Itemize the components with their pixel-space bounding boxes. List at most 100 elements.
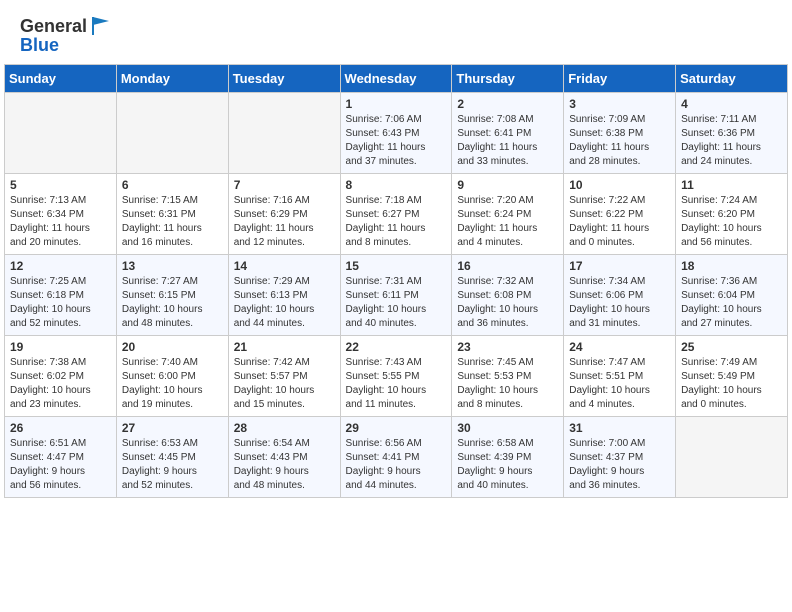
day-info: Sunrise: 7:11 AM Sunset: 6:36 PM Dayligh…: [681, 113, 782, 169]
day-number: 27: [122, 421, 223, 435]
day-number: 3: [569, 97, 670, 111]
calendar-cell-3-7: 18 Sunrise: 7:36 AM Sunset: 6:04 PM Dayli…: [676, 255, 788, 336]
day-info: Sunrise: 7:36 AM Sunset: 6:04 PM Dayligh…: [681, 275, 782, 331]
day-number: 23: [457, 340, 558, 354]
day-number: 5: [10, 178, 111, 192]
weekday-header-sunday: Sunday: [5, 65, 117, 93]
logo-blue-text: Blue: [20, 35, 113, 56]
day-number: 19: [10, 340, 111, 354]
day-number: 9: [457, 178, 558, 192]
day-info: Sunrise: 7:40 AM Sunset: 6:00 PM Dayligh…: [122, 356, 223, 412]
day-info: Sunrise: 7:16 AM Sunset: 6:29 PM Dayligh…: [234, 194, 335, 250]
day-info: Sunrise: 7:32 AM Sunset: 6:08 PM Dayligh…: [457, 275, 558, 331]
calendar-cell-1-6: 3 Sunrise: 7:09 AM Sunset: 6:38 PM Daylig…: [564, 93, 676, 174]
day-info: Sunrise: 7:42 AM Sunset: 5:57 PM Dayligh…: [234, 356, 335, 412]
day-number: 25: [681, 340, 782, 354]
calendar-cell-2-7: 11 Sunrise: 7:24 AM Sunset: 6:20 PM Dayli…: [676, 174, 788, 255]
day-number: 12: [10, 259, 111, 273]
day-number: 24: [569, 340, 670, 354]
page-header: General Blue: [0, 0, 792, 64]
calendar-cell-1-2: [116, 93, 228, 174]
calendar-cell-1-4: 1 Sunrise: 7:06 AM Sunset: 6:43 PM Daylig…: [340, 93, 452, 174]
day-info: Sunrise: 7:45 AM Sunset: 5:53 PM Dayligh…: [457, 356, 558, 412]
day-info: Sunrise: 7:15 AM Sunset: 6:31 PM Dayligh…: [122, 194, 223, 250]
calendar-cell-3-5: 16Sunrise: 7:32 AM Sunset: 6:08 PM Dayli…: [452, 255, 564, 336]
calendar-cell-4-7: 25 Sunrise: 7:49 AM Sunset: 5:49 PM Dayli…: [676, 336, 788, 417]
calendar-cell-4-5: 23 Sunrise: 7:45 AM Sunset: 5:53 PM Dayli…: [452, 336, 564, 417]
calendar-cell-3-6: 17Sunrise: 7:34 AM Sunset: 6:06 PM Dayli…: [564, 255, 676, 336]
day-number: 11: [681, 178, 782, 192]
day-info: Sunrise: 6:54 AM Sunset: 4:43 PM Dayligh…: [234, 437, 335, 493]
calendar-cell-1-1: [5, 93, 117, 174]
weekday-header-friday: Friday: [564, 65, 676, 93]
calendar-cell-2-4: 8Sunrise: 7:18 AM Sunset: 6:27 PM Daylig…: [340, 174, 452, 255]
day-info: Sunrise: 7:27 AM Sunset: 6:15 PM Dayligh…: [122, 275, 223, 331]
logo-flag-icon: [89, 13, 113, 37]
day-number: 13: [122, 259, 223, 273]
calendar-cell-1-7: 4Sunrise: 7:11 AM Sunset: 6:36 PM Daylig…: [676, 93, 788, 174]
calendar-cell-2-2: 6 Sunrise: 7:15 AM Sunset: 6:31 PM Daylig…: [116, 174, 228, 255]
calendar-cell-3-2: 13 Sunrise: 7:27 AM Sunset: 6:15 PM Dayli…: [116, 255, 228, 336]
weekday-header-saturday: Saturday: [676, 65, 788, 93]
day-info: Sunrise: 7:49 AM Sunset: 5:49 PM Dayligh…: [681, 356, 782, 412]
calendar-week-4: 19 Sunrise: 7:38 AM Sunset: 6:02 PM Dayli…: [5, 336, 788, 417]
calendar-cell-4-4: 22 Sunrise: 7:43 AM Sunset: 5:55 PM Dayli…: [340, 336, 452, 417]
logo-general-text: General: [20, 16, 87, 37]
weekday-header-monday: Monday: [116, 65, 228, 93]
calendar-cell-2-6: 10 Sunrise: 7:22 AM Sunset: 6:22 PM Dayli…: [564, 174, 676, 255]
day-info: Sunrise: 7:29 AM Sunset: 6:13 PM Dayligh…: [234, 275, 335, 331]
day-number: 31: [569, 421, 670, 435]
day-number: 2: [457, 97, 558, 111]
calendar-cell-2-3: 7Sunrise: 7:16 AM Sunset: 6:29 PM Daylig…: [228, 174, 340, 255]
day-number: 18: [681, 259, 782, 273]
day-info: Sunrise: 6:51 AM Sunset: 4:47 PM Dayligh…: [10, 437, 111, 493]
day-info: Sunrise: 7:25 AM Sunset: 6:18 PM Dayligh…: [10, 275, 111, 331]
day-info: Sunrise: 7:20 AM Sunset: 6:24 PM Dayligh…: [457, 194, 558, 250]
calendar-week-1: 1 Sunrise: 7:06 AM Sunset: 6:43 PM Daylig…: [5, 93, 788, 174]
calendar-week-2: 5Sunrise: 7:13 AM Sunset: 6:34 PM Daylig…: [5, 174, 788, 255]
calendar-table: SundayMondayTuesdayWednesdayThursdayFrid…: [4, 64, 788, 498]
day-number: 28: [234, 421, 335, 435]
calendar-cell-4-2: 20Sunrise: 7:40 AM Sunset: 6:00 PM Dayli…: [116, 336, 228, 417]
day-info: Sunrise: 7:24 AM Sunset: 6:20 PM Dayligh…: [681, 194, 782, 250]
day-number: 15: [346, 259, 447, 273]
day-number: 30: [457, 421, 558, 435]
day-number: 21: [234, 340, 335, 354]
day-number: 6: [122, 178, 223, 192]
day-info: Sunrise: 7:47 AM Sunset: 5:51 PM Dayligh…: [569, 356, 670, 412]
day-info: Sunrise: 7:38 AM Sunset: 6:02 PM Dayligh…: [10, 356, 111, 412]
day-number: 10: [569, 178, 670, 192]
calendar-body: 1 Sunrise: 7:06 AM Sunset: 6:43 PM Daylig…: [5, 93, 788, 498]
day-number: 8: [346, 178, 447, 192]
day-info: Sunrise: 7:34 AM Sunset: 6:06 PM Dayligh…: [569, 275, 670, 331]
day-info: Sunrise: 7:06 AM Sunset: 6:43 PM Dayligh…: [346, 113, 447, 169]
day-number: 22: [346, 340, 447, 354]
day-info: Sunrise: 6:56 AM Sunset: 4:41 PM Dayligh…: [346, 437, 447, 493]
calendar-cell-5-5: 30Sunrise: 6:58 AM Sunset: 4:39 PM Dayli…: [452, 417, 564, 498]
calendar-cell-1-3: [228, 93, 340, 174]
calendar-week-5: 26 Sunrise: 6:51 AM Sunset: 4:47 PM Dayli…: [5, 417, 788, 498]
day-info: Sunrise: 7:43 AM Sunset: 5:55 PM Dayligh…: [346, 356, 447, 412]
day-number: 1: [346, 97, 447, 111]
calendar-cell-5-7: [676, 417, 788, 498]
day-number: 26: [10, 421, 111, 435]
calendar-week-3: 12 Sunrise: 7:25 AM Sunset: 6:18 PM Dayli…: [5, 255, 788, 336]
calendar-cell-5-2: 27 Sunrise: 6:53 AM Sunset: 4:45 PM Dayli…: [116, 417, 228, 498]
calendar-cell-3-1: 12 Sunrise: 7:25 AM Sunset: 6:18 PM Dayli…: [5, 255, 117, 336]
day-info: Sunrise: 7:08 AM Sunset: 6:41 PM Dayligh…: [457, 113, 558, 169]
calendar-cell-3-4: 15Sunrise: 7:31 AM Sunset: 6:11 PM Dayli…: [340, 255, 452, 336]
calendar-cell-2-1: 5Sunrise: 7:13 AM Sunset: 6:34 PM Daylig…: [5, 174, 117, 255]
calendar-cell-4-3: 21 Sunrise: 7:42 AM Sunset: 5:57 PM Dayli…: [228, 336, 340, 417]
weekday-header-thursday: Thursday: [452, 65, 564, 93]
calendar-cell-5-1: 26 Sunrise: 6:51 AM Sunset: 4:47 PM Dayli…: [5, 417, 117, 498]
calendar-cell-5-6: 31Sunrise: 7:00 AM Sunset: 4:37 PM Dayli…: [564, 417, 676, 498]
day-number: 29: [346, 421, 447, 435]
weekday-header-tuesday: Tuesday: [228, 65, 340, 93]
calendar-cell-1-5: 2 Sunrise: 7:08 AM Sunset: 6:41 PM Daylig…: [452, 93, 564, 174]
day-info: Sunrise: 6:53 AM Sunset: 4:45 PM Dayligh…: [122, 437, 223, 493]
calendar-cell-3-3: 14 Sunrise: 7:29 AM Sunset: 6:13 PM Dayli…: [228, 255, 340, 336]
day-info: Sunrise: 7:09 AM Sunset: 6:38 PM Dayligh…: [569, 113, 670, 169]
day-info: Sunrise: 7:22 AM Sunset: 6:22 PM Dayligh…: [569, 194, 670, 250]
day-number: 14: [234, 259, 335, 273]
calendar-cell-5-3: 28 Sunrise: 6:54 AM Sunset: 4:43 PM Dayli…: [228, 417, 340, 498]
